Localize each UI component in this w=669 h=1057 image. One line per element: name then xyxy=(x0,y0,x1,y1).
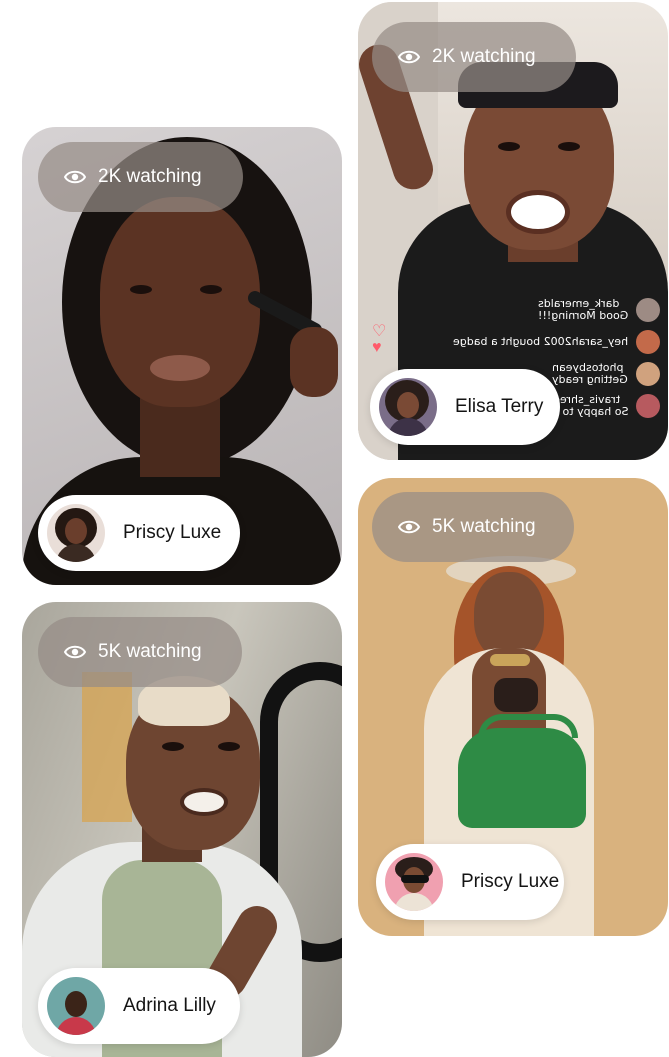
viewer-count: 5K watching xyxy=(432,516,536,537)
chat-avatar xyxy=(636,362,660,386)
host-chip[interactable]: Priscy Luxe xyxy=(38,495,240,571)
chat-text: travis_shred So happy to c xyxy=(552,393,628,418)
stream-card[interactable]: 2K watching Priscy Luxe xyxy=(22,127,342,585)
eye-icon xyxy=(398,520,420,534)
stream-card[interactable]: 2K watching dark_emeralds Good Morning!!!… xyxy=(358,2,668,460)
host-name: Elisa Terry xyxy=(455,396,544,417)
chat-message: dark_emeralds Good Morning!!! xyxy=(360,294,660,326)
avatar xyxy=(47,504,105,562)
host-name: Adrina Lilly xyxy=(123,995,216,1016)
viewer-count-badge: 2K watching xyxy=(38,142,243,212)
viewer-count: 5K watching xyxy=(98,641,202,662)
host-chip[interactable]: Priscy Luxe xyxy=(376,844,564,920)
chat-text: hey_sarah2002 bought a badge xyxy=(452,335,628,348)
chat-message: hey_sarah2002 bought a badge xyxy=(360,326,660,358)
viewer-count: 2K watching xyxy=(432,46,536,67)
chat-text: dark_emeralds Good Morning!!! xyxy=(537,297,628,322)
viewer-count-badge: 2K watching xyxy=(372,22,576,92)
eye-icon xyxy=(398,50,420,64)
host-name: Priscy Luxe xyxy=(123,522,222,543)
host-chip[interactable]: Elisa Terry xyxy=(370,369,560,445)
host-chip[interactable]: Adrina Lilly xyxy=(38,968,240,1044)
viewer-count-badge: 5K watching xyxy=(372,492,574,562)
chat-avatar xyxy=(636,394,660,418)
stream-card[interactable]: 5K watching Priscy Luxe xyxy=(358,478,668,936)
chat-avatar xyxy=(636,330,660,354)
chat-avatar xyxy=(636,298,660,322)
host-name: Priscy Luxe xyxy=(461,871,560,892)
avatar xyxy=(379,378,437,436)
heart-icon: ♡ ♥ xyxy=(372,323,387,356)
eye-icon xyxy=(64,170,86,184)
stream-card[interactable]: 5K watching Adrina Lilly xyxy=(22,602,342,1057)
viewer-count: 2K watching xyxy=(98,166,202,187)
viewer-count-badge: 5K watching xyxy=(38,617,242,687)
avatar xyxy=(47,977,105,1035)
eye-icon xyxy=(64,645,86,659)
chat-text: photosbyean Getting ready xyxy=(552,361,628,386)
avatar xyxy=(385,853,443,911)
